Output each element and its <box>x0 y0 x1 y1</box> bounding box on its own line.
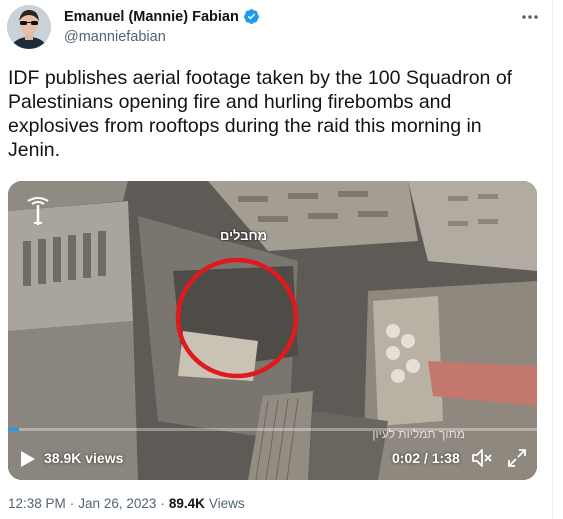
author-handle[interactable]: @manniefabian <box>64 29 166 45</box>
overlay-label: מחבלים <box>220 228 268 243</box>
tweet-views-count: 89.4K <box>168 496 205 511</box>
avatar[interactable] <box>7 5 51 49</box>
video-duration: 1:38 <box>431 450 460 466</box>
tweet-time[interactable]: 12:38 PM <box>8 496 66 511</box>
more-options-button[interactable] <box>519 6 541 28</box>
verified-badge-icon <box>243 9 259 24</box>
video-current-time: 0:02 <box>392 450 421 466</box>
volume-muted-icon[interactable] <box>471 448 493 468</box>
tweet-views-label: Views <box>208 496 245 511</box>
video-progress-bar[interactable] <box>8 428 537 431</box>
video-views-count: 38.9K views <box>44 450 124 466</box>
video-player[interactable]: מחבלים מתוך תמליות לעיון 38.9K views 0:0… <box>8 181 537 480</box>
more-horizontal-icon <box>522 15 538 19</box>
fullscreen-icon[interactable] <box>507 448 527 468</box>
play-icon[interactable] <box>20 450 36 468</box>
tweet-text: IDF publishes aerial footage taken by th… <box>8 67 513 161</box>
meta-separator: · <box>160 496 165 511</box>
video-time: 0:02 / 1:38 <box>392 450 460 466</box>
meta-separator: · <box>69 496 75 511</box>
tweet-metadata: 12:38 PM · Jan 26, 2023 · 89.4K Views <box>8 496 245 511</box>
video-time-separator: / <box>420 450 432 466</box>
column-divider <box>552 0 553 519</box>
author-display-name[interactable]: Emanuel (Mannie) Fabian <box>64 9 239 25</box>
tweet-date[interactable]: Jan 26, 2023 <box>78 496 156 511</box>
avatar-image <box>7 5 51 49</box>
author-name-row[interactable]: Emanuel (Mannie) Fabian <box>64 8 260 25</box>
video-progress-fill <box>8 428 19 431</box>
